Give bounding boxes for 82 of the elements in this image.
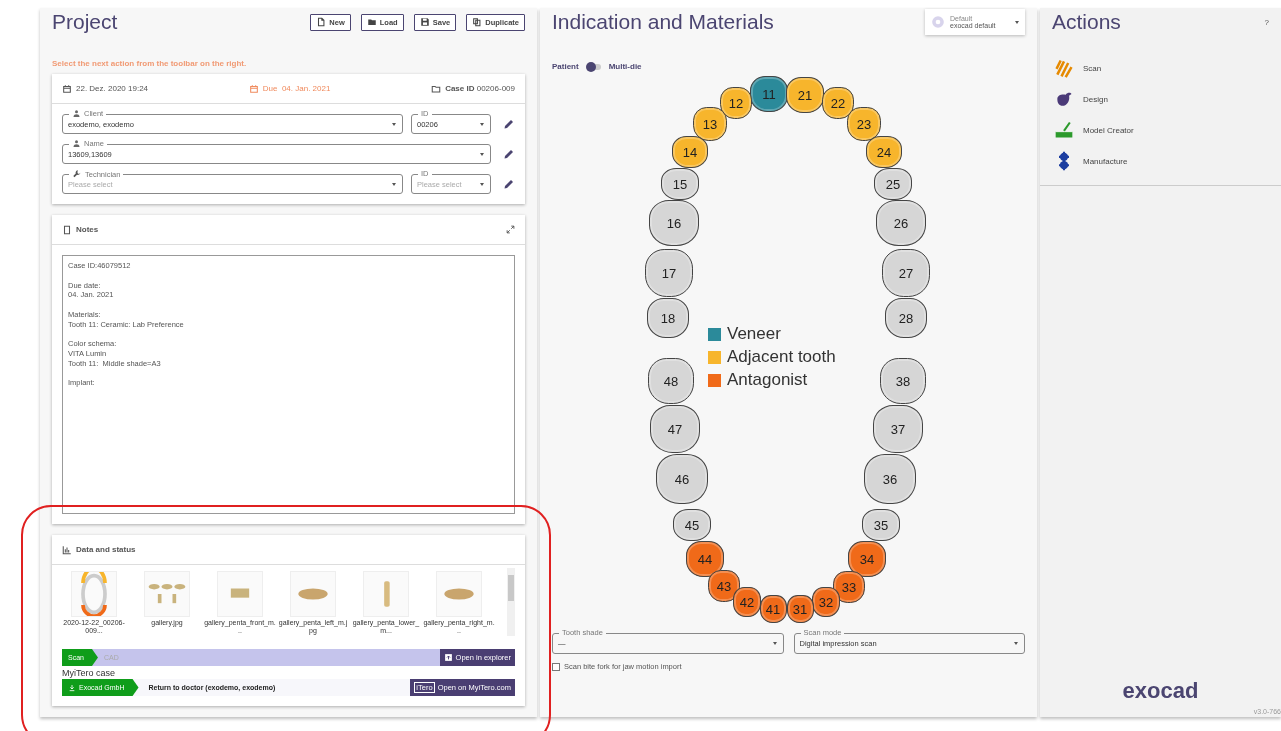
tooth[interactable]: 25 [874,168,912,200]
legend-label: Adjacent tooth [727,347,836,367]
help-link[interactable]: ? [1264,17,1269,27]
tooth[interactable]: 41 [759,595,787,623]
action-item[interactable]: Scan [1083,63,1102,73]
tooth[interactable]: 12 [720,87,752,119]
file-thumbnail[interactable] [217,571,263,617]
tooth[interactable]: 26 [876,200,926,246]
tooth[interactable]: 18 [647,298,689,338]
person-icon [72,109,81,118]
bar-chart-icon [62,544,72,555]
download-icon [68,683,76,692]
tooth[interactable]: 15 [661,168,699,200]
tooth[interactable]: 23 [847,107,881,141]
scrollbar[interactable] [507,568,515,636]
folder-icon [366,17,377,27]
expand-icon [506,225,515,234]
copy-icon [472,17,483,27]
tooth[interactable]: 16 [649,200,699,246]
panel-title: Indication and Materials [552,10,774,34]
panel-title: Project [52,10,118,34]
checkbox[interactable] [552,662,560,671]
action-item[interactable]: Model Creator [1083,125,1134,135]
due-date: Due 04. Jan. 2021 [262,84,331,93]
file-thumbnail[interactable] [144,571,190,617]
scan-stripes-icon [1054,58,1074,78]
case-id: Case ID 00206-009 [445,84,515,93]
tooth[interactable]: 46 [656,454,708,504]
legend-label: Veneer [727,324,781,344]
card-title: Notes [76,225,99,234]
action-item[interactable]: Design [1083,94,1108,104]
tooth[interactable]: 21 [786,77,824,113]
pencil-icon [503,118,515,130]
file-thumbnail[interactable] [71,571,117,617]
tooth[interactable]: 24 [866,136,902,168]
tooth[interactable]: 11 [750,76,788,112]
upload-icon [443,653,453,662]
wrench-icon [72,169,82,179]
tooth[interactable]: 48 [648,358,694,404]
calendar-icon [248,83,259,94]
pencil-icon [503,178,515,190]
tooth[interactable]: 35 [862,509,900,541]
mode-toggle[interactable] [586,63,601,70]
created-date: 22. Dez. 2020 19:24 [76,84,149,93]
tooth[interactable]: 28 [885,298,927,338]
calendar-icon [62,83,72,94]
person-icon [72,139,81,148]
toggle-label: Patient [552,62,579,71]
legend-label: Antagonist [727,370,808,390]
tooth[interactable]: 37 [873,405,923,453]
tooth[interactable]: 17 [645,249,693,297]
hint-text: Select the next action from the toolbar on the right. [52,59,248,68]
tooth[interactable]: 13 [693,107,727,141]
file-thumbnail[interactable] [436,571,482,617]
panel-title: Actions [1052,10,1121,34]
tooth[interactable]: 42 [733,587,761,617]
toggle-label: Multi-die [608,62,642,71]
tooth[interactable]: 43 [708,570,740,602]
pencil-icon [503,148,515,160]
tooth[interactable]: 38 [880,358,926,404]
tooth[interactable]: 33 [833,571,865,603]
tooth[interactable]: 44 [686,541,724,577]
tooth[interactable]: 14 [672,136,708,168]
action-item[interactable]: Manufacture [1083,156,1128,166]
model-base-icon [1054,120,1074,140]
section-label: MyiTero case [62,668,116,678]
card-title: Data and status [76,545,136,554]
tooth[interactable]: 34 [848,541,886,577]
tooth[interactable]: 45 [673,509,711,541]
folder-icon [431,83,442,94]
tooth[interactable]: 22 [822,87,854,119]
file-icon [316,17,327,27]
tooth[interactable]: 47 [650,405,700,453]
tooth[interactable]: 36 [864,454,916,504]
file-thumbnail[interactable] [363,571,409,617]
brand-logo: exocad [1121,678,1200,704]
floppy-icon [419,17,430,27]
note-icon [62,224,72,235]
tooth[interactable]: 32 [812,587,840,617]
tooth[interactable]: 31 [786,595,814,623]
tooth[interactable]: 27 [882,249,930,297]
file-thumbnail[interactable] [290,571,336,617]
